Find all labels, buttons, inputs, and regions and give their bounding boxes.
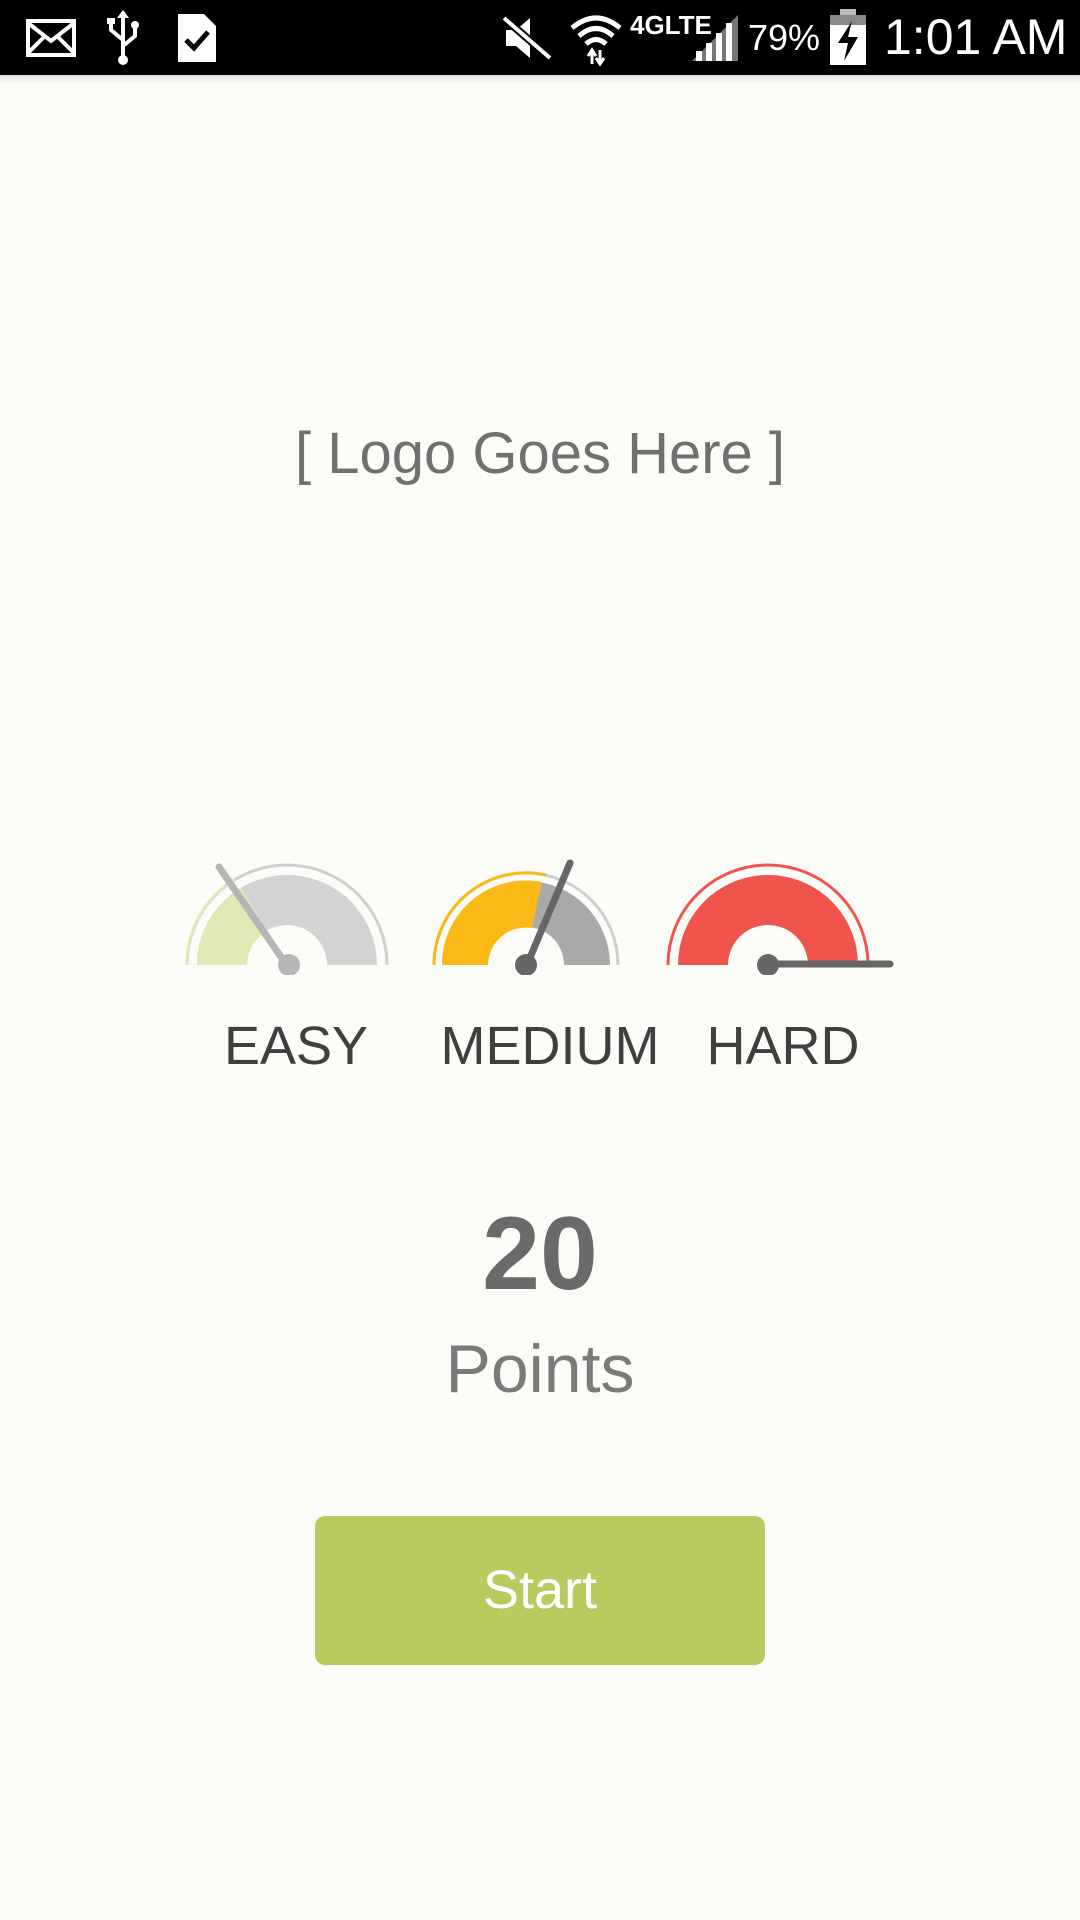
points-value: 20 xyxy=(482,1196,598,1312)
usb-icon xyxy=(105,0,141,75)
wifi-icon xyxy=(568,0,624,75)
difficulty-label-hard[interactable]: HARD xyxy=(683,1015,883,1077)
points-label: Points xyxy=(445,1331,635,1407)
gauge-medium-icon[interactable] xyxy=(428,855,628,980)
difficulty-label-easy[interactable]: EASY xyxy=(196,1015,396,1077)
task-icon xyxy=(176,0,218,75)
logo-placeholder: [ Logo Goes Here ] xyxy=(294,421,786,486)
status-bar: 4GLTE 79% 1:01 AM xyxy=(0,0,1080,75)
gauge-easy-icon[interactable] xyxy=(183,855,398,980)
status-bar-shadow xyxy=(0,75,1080,85)
gauge-hard-icon[interactable] xyxy=(664,855,894,980)
difficulty-label-medium[interactable]: MEDIUM xyxy=(430,1015,670,1077)
clock: 1:01 AM xyxy=(884,9,1068,65)
battery-percent: 79% xyxy=(748,17,821,58)
start-button[interactable]: Start xyxy=(315,1516,765,1665)
mail-icon xyxy=(26,0,76,75)
mute-icon xyxy=(502,0,552,75)
signal-icon xyxy=(690,0,740,75)
battery-charging-icon xyxy=(828,0,868,75)
